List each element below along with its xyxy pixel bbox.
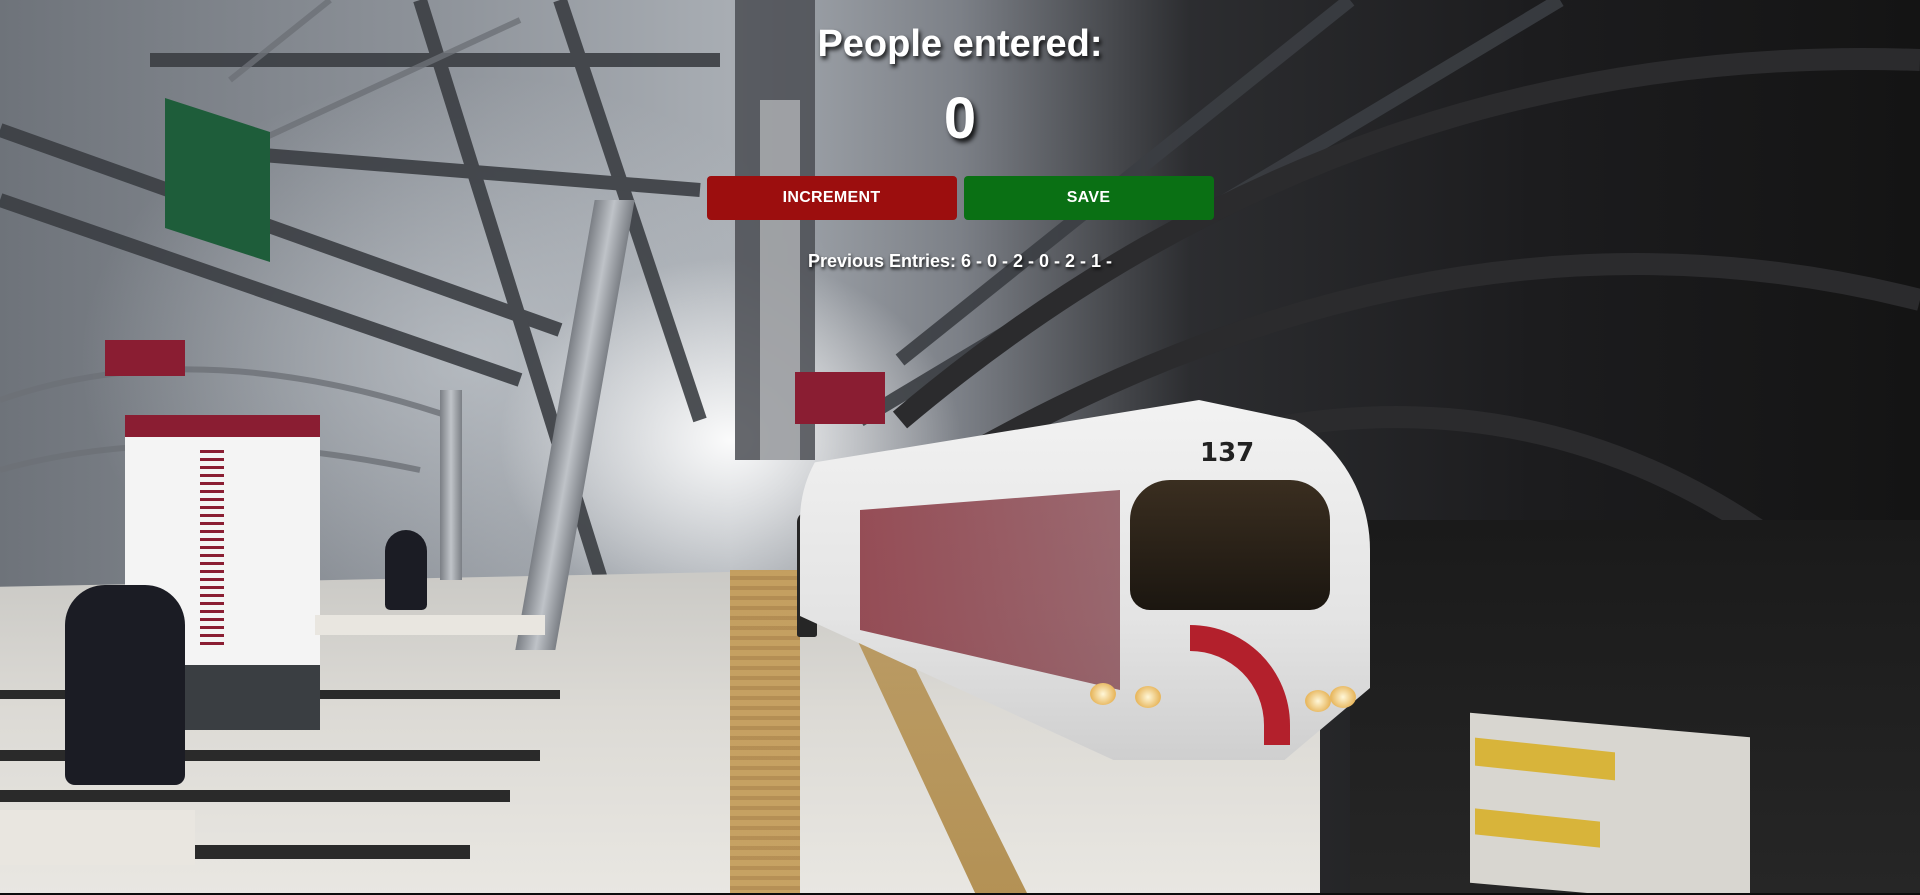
save-button[interactable]: SAVE bbox=[963, 176, 1214, 220]
pillar bbox=[440, 390, 462, 580]
headlight bbox=[1135, 686, 1161, 708]
train-windshield bbox=[1130, 480, 1330, 610]
platform-sign bbox=[795, 372, 885, 424]
headlight bbox=[1305, 690, 1331, 712]
tactile-paving bbox=[730, 570, 800, 895]
bench bbox=[315, 615, 545, 635]
bench bbox=[0, 810, 195, 865]
subang-jaya-sign bbox=[105, 340, 185, 376]
emergency-poster bbox=[1470, 712, 1750, 895]
counter-panel: People entered: 0 INCREMENT SAVE Previou… bbox=[0, 0, 1920, 272]
headlight bbox=[1330, 686, 1356, 708]
station-list bbox=[200, 450, 224, 650]
train-number: 137 bbox=[1200, 438, 1255, 468]
previous-entries: Previous Entries: 6 - 0 - 2 - 0 - 2 - 1 … bbox=[807, 251, 1113, 271]
increment-button[interactable]: INCREMENT bbox=[706, 176, 957, 220]
floor-stripe bbox=[0, 790, 510, 802]
headlight bbox=[1090, 683, 1116, 705]
seated-woman bbox=[65, 585, 185, 785]
counter-heading: People entered: bbox=[817, 23, 1103, 65]
action-buttons: INCREMENT SAVE bbox=[706, 176, 1214, 220]
people-count: 0 bbox=[943, 86, 977, 151]
seated-man bbox=[385, 530, 427, 610]
